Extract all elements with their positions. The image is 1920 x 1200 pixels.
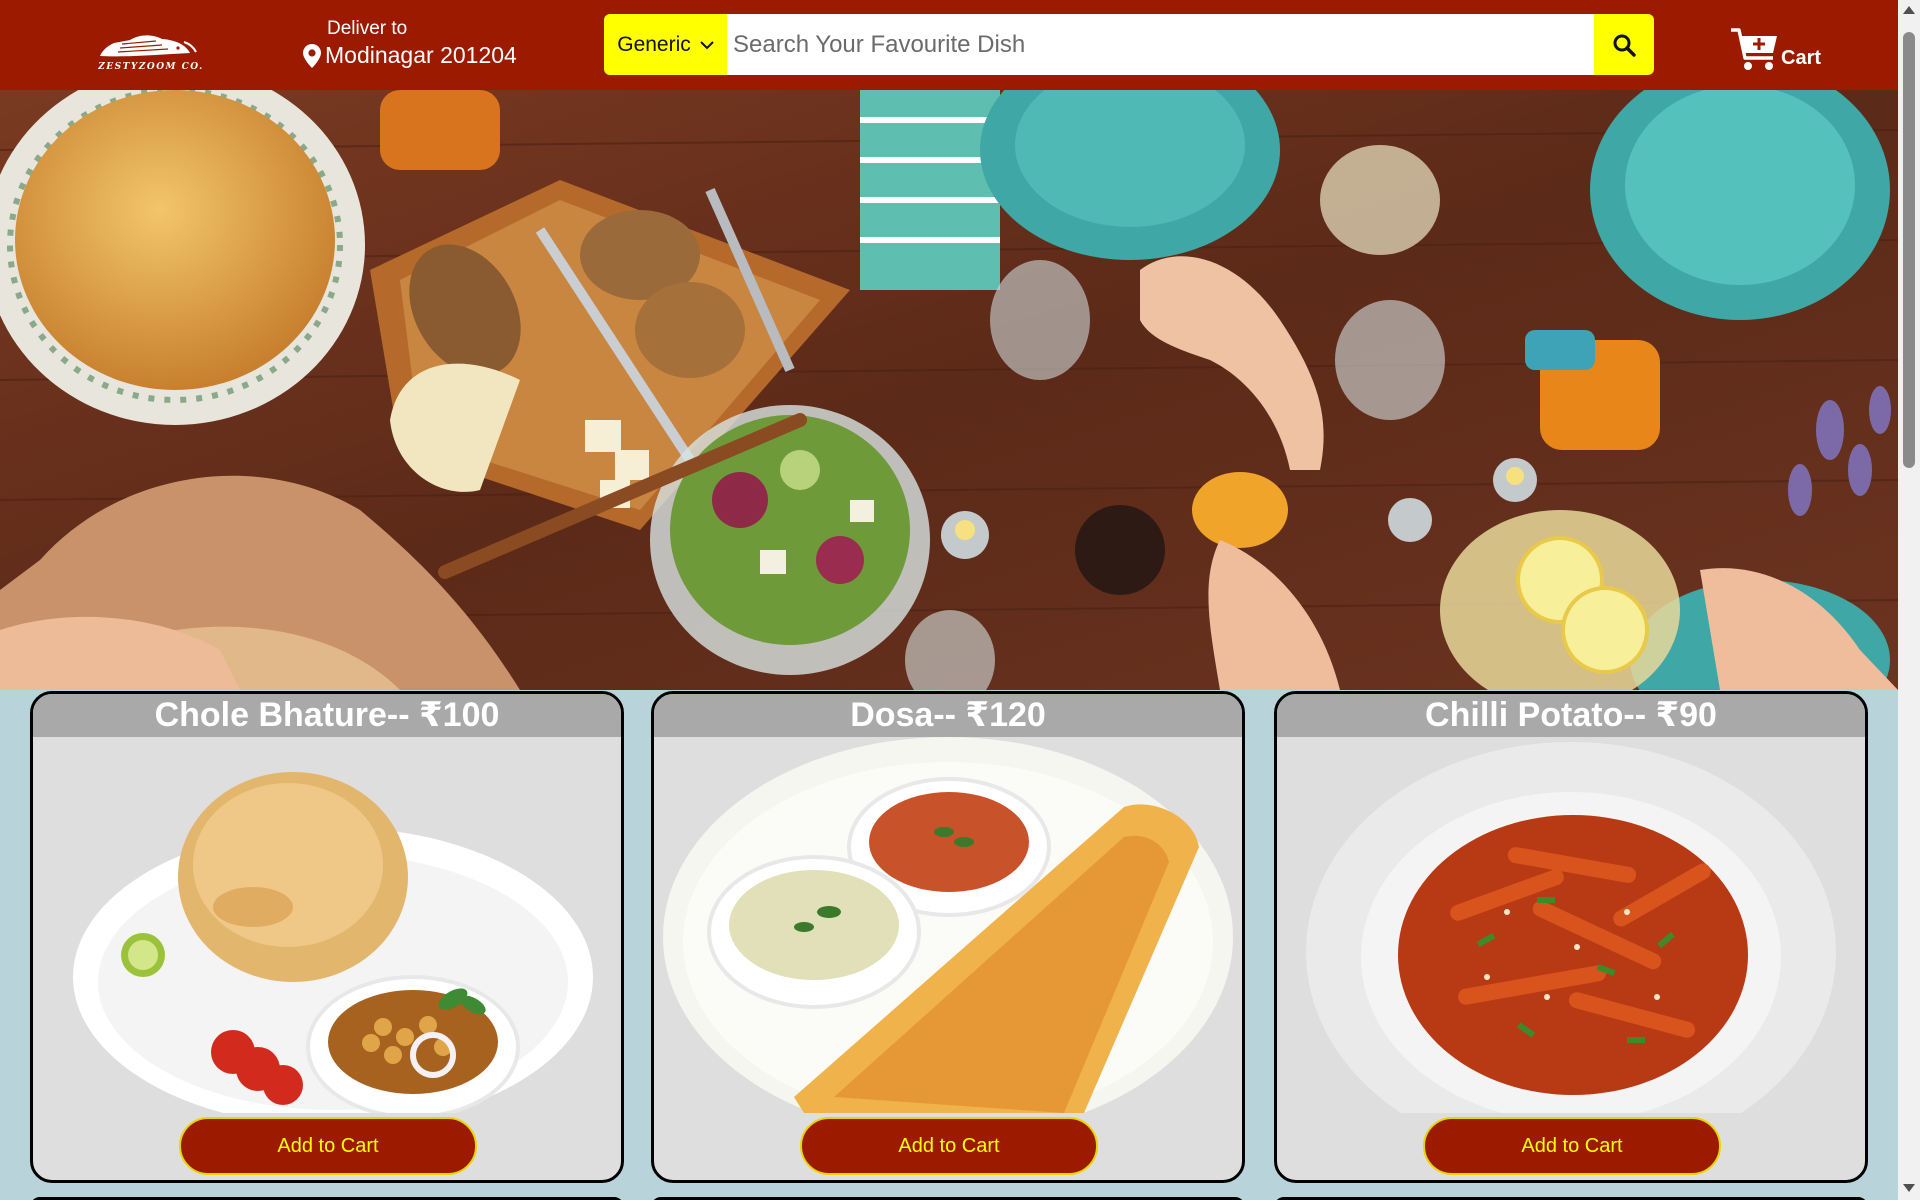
cart-button[interactable]: Cart <box>1729 26 1821 72</box>
search-category-select[interactable]: Generic <box>604 14 727 75</box>
brand-name: ZESTYZOOM CO. <box>98 62 204 72</box>
search-bar: Generic <box>604 14 1654 75</box>
search-input[interactable] <box>727 14 1594 75</box>
product-card: Chole Bhature-- ₹100 Add to Cart <box>30 691 624 1183</box>
hero-banner <box>0 90 1898 690</box>
scroll-up-arrow-icon[interactable] <box>1903 6 1915 14</box>
page-scrollbar[interactable] <box>1898 0 1920 1200</box>
scroll-down-arrow-icon[interactable] <box>1903 1184 1915 1192</box>
magnifier-icon <box>1613 34 1636 57</box>
product-title: Dosa-- ₹120 <box>654 694 1242 737</box>
product-card: Dosa-- ₹120 Add to Cart <box>651 691 1245 1183</box>
search-button[interactable] <box>1594 14 1654 75</box>
add-to-cart-button[interactable]: Add to Cart <box>179 1117 477 1175</box>
brand-logo[interactable]: ZESTYZOOM CO. <box>92 30 210 74</box>
product-list: Chole Bhature-- ₹100 Add to Cart Dosa-- … <box>0 690 1898 1200</box>
product-title: Chilli Potato-- ₹90 <box>1277 694 1865 737</box>
product-image <box>654 737 1242 1113</box>
product-card: Chilli Potato-- ₹90 Add to Cart <box>1274 691 1868 1183</box>
add-to-cart-button[interactable]: Add to Cart <box>1423 1117 1721 1175</box>
product-image <box>1277 737 1865 1113</box>
search-category-value: Generic <box>617 32 691 56</box>
deliver-location-row: Modinagar 201204 <box>303 42 517 69</box>
hero-image <box>0 90 1898 690</box>
add-to-cart-button[interactable]: Add to Cart <box>800 1117 1098 1175</box>
chevron-down-icon <box>700 40 714 49</box>
map-pin-icon <box>303 43 321 68</box>
product-title: Chole Bhature-- ₹100 <box>33 694 621 737</box>
logo-ship-icon <box>100 35 197 57</box>
product-image <box>33 737 621 1113</box>
navbar: ZESTYZOOM CO. Deliver to Modinagar 20120… <box>0 0 1898 90</box>
cart-plus-icon <box>1731 28 1777 70</box>
scroll-thumb[interactable] <box>1903 32 1915 468</box>
deliver-label: Deliver to <box>327 18 408 39</box>
cart-label: Cart <box>1781 47 1822 69</box>
deliver-city: Modinagar 201204 <box>325 42 517 68</box>
